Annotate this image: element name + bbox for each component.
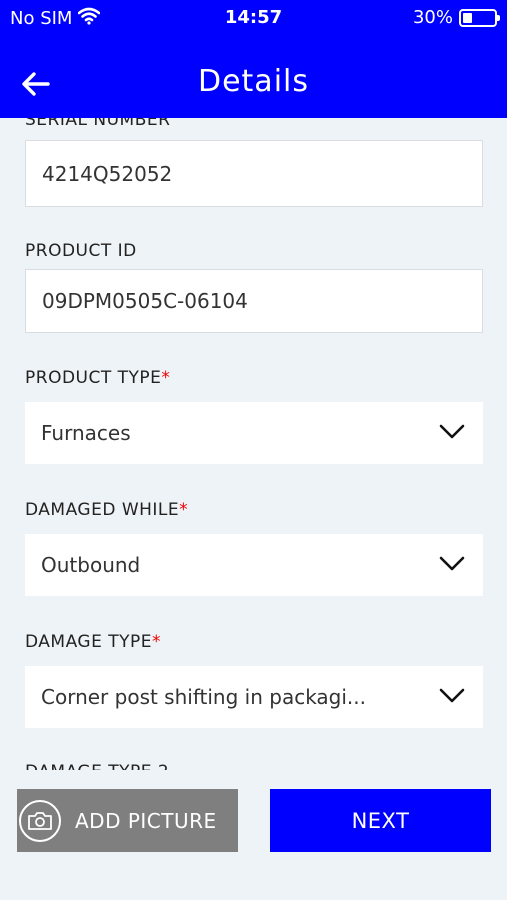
battery-icon [459, 8, 500, 27]
serial-number-field[interactable]: 4214Q52052 [25, 140, 483, 207]
product-type-label: PRODUCT TYPE* [25, 368, 170, 388]
chevron-down-icon [439, 688, 465, 703]
battery-fill [463, 12, 472, 23]
page-title: Details [197, 64, 309, 99]
camera-icon [19, 799, 61, 842]
damaged-while-value: Outbound [41, 553, 141, 577]
battery-percent: 30% [412, 7, 453, 28]
serial-number-value: 4214Q52052 [42, 161, 173, 186]
form-scroll-area[interactable]: SERIAL NUMBER 4214Q52052 PRODUCT ID 09DP… [0, 118, 507, 770]
damaged-while-select[interactable]: Outbound [25, 534, 483, 596]
damage-type-2-label: DAMAGE TYPE 2 [25, 762, 169, 770]
product-id-field[interactable]: 09DPM0505C-06104 [25, 269, 483, 333]
next-label: NEXT [351, 808, 410, 833]
status-right: 30% [412, 7, 500, 28]
next-button[interactable]: NEXT [270, 789, 491, 852]
damage-type-select[interactable]: Corner post shifting in packagi... [25, 666, 483, 728]
serial-number-label: SERIAL NUMBER [25, 118, 171, 130]
add-picture-label: ADD PICTURE [75, 808, 217, 833]
app-header: No SIM 14:57 30% Details [0, 0, 507, 118]
required-marker: * [152, 632, 161, 652]
required-marker: * [161, 368, 171, 388]
damage-type-label: DAMAGE TYPE* [25, 632, 161, 652]
add-picture-button[interactable]: ADD PICTURE [17, 789, 238, 852]
damaged-while-label: DAMAGED WHILE* [25, 500, 188, 520]
product-id-label: PRODUCT ID [25, 241, 137, 261]
chevron-down-icon [439, 424, 465, 439]
required-marker: * [179, 500, 189, 520]
status-bar: No SIM 14:57 30% [0, 0, 507, 36]
product-type-value: Furnaces [41, 421, 131, 445]
product-id-value: 09DPM0505C-06104 [42, 289, 248, 313]
product-type-label-text: PRODUCT TYPE [25, 368, 162, 388]
chevron-down-icon [439, 556, 465, 571]
damage-type-value: Corner post shifting in packagi... [41, 685, 366, 709]
product-type-select[interactable]: Furnaces [25, 402, 483, 464]
damaged-while-label-text: DAMAGED WHILE [25, 500, 180, 520]
damage-type-label-text: DAMAGE TYPE [25, 632, 152, 652]
